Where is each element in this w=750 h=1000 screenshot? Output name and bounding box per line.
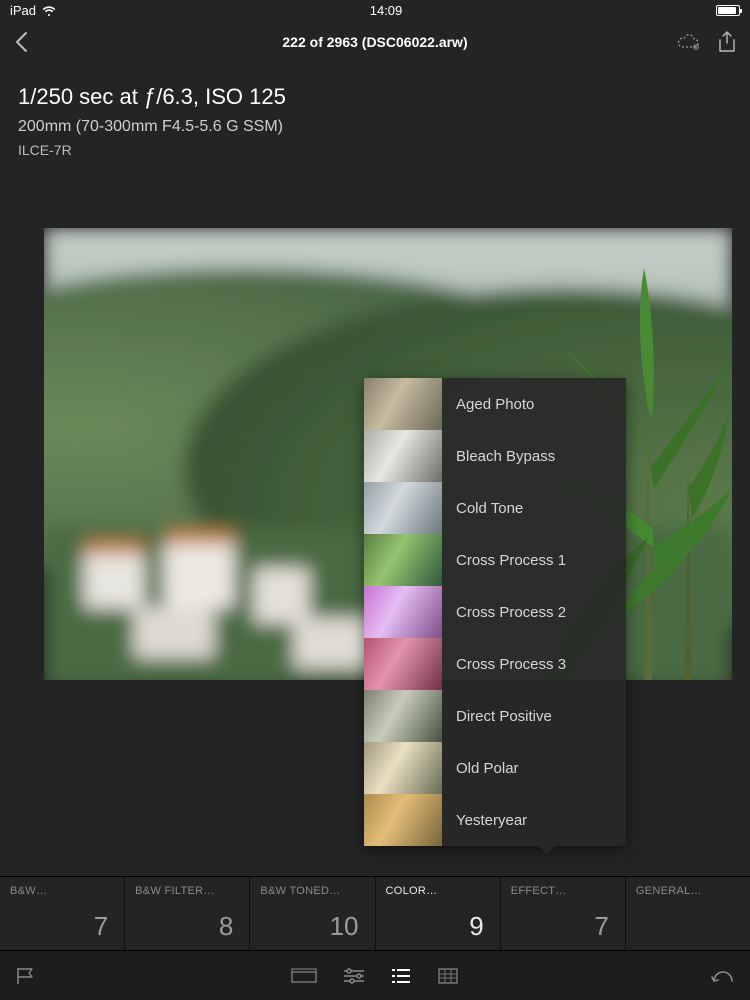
preset-item[interactable]: Bleach Bypass bbox=[364, 430, 626, 482]
category-count: 7 bbox=[10, 911, 114, 942]
category-count: 10 bbox=[260, 911, 364, 942]
category-tab[interactable]: B&W FILTER… 8 bbox=[125, 877, 250, 950]
photo-preview[interactable]: Aged Photo Bleach Bypass Cold Tone Cross Pr… bbox=[44, 228, 732, 680]
battery-icon bbox=[716, 5, 740, 16]
undo-button[interactable] bbox=[710, 968, 734, 984]
preset-thumbnail bbox=[364, 586, 442, 638]
preset-item[interactable]: Old Polar bbox=[364, 742, 626, 794]
preset-thumbnail bbox=[364, 534, 442, 586]
preset-item[interactable]: Cross Process 3 bbox=[364, 638, 626, 690]
device-label: iPad bbox=[10, 3, 36, 18]
category-label: B&W… bbox=[10, 885, 114, 897]
category-tab[interactable]: GENERAL… bbox=[626, 877, 750, 950]
preset-label: Cold Tone bbox=[442, 500, 523, 517]
lens-info: 200mm (70-300mm F4.5-5.6 G SSM) bbox=[18, 118, 732, 136]
category-tab[interactable]: B&W… 7 bbox=[0, 877, 125, 950]
photo-metadata: 1/250 sec at ƒ/6.3, ISO 125 200mm (70-30… bbox=[0, 64, 750, 168]
category-count: 9 bbox=[386, 911, 490, 942]
preset-label: Yesteryear bbox=[442, 812, 527, 829]
clock: 14:09 bbox=[370, 3, 403, 18]
category-count: 7 bbox=[511, 911, 615, 942]
category-tab[interactable]: EFFECT… 7 bbox=[501, 877, 626, 950]
category-label: B&W FILTER… bbox=[135, 885, 239, 897]
cloud-sync-icon[interactable] bbox=[676, 33, 700, 51]
back-button[interactable] bbox=[14, 31, 28, 53]
nav-bar: 222 of 2963 (DSC06022.arw) bbox=[0, 20, 750, 64]
preset-thumbnail bbox=[364, 794, 442, 846]
preset-label: Cross Process 2 bbox=[442, 604, 566, 621]
preset-thumbnail bbox=[364, 638, 442, 690]
preset-item[interactable]: Cross Process 2 bbox=[364, 586, 626, 638]
category-label: EFFECT… bbox=[511, 885, 615, 897]
preset-label: Bleach Bypass bbox=[442, 448, 555, 465]
wifi-icon bbox=[42, 3, 56, 17]
exposure-info: 1/250 sec at ƒ/6.3, ISO 125 bbox=[18, 84, 732, 110]
preset-thumbnail bbox=[364, 430, 442, 482]
preset-item[interactable]: Aged Photo bbox=[364, 378, 626, 430]
preset-label: Aged Photo bbox=[442, 396, 534, 413]
adjust-sliders-button[interactable] bbox=[343, 968, 365, 984]
preset-thumbnail bbox=[364, 742, 442, 794]
preset-item[interactable]: Cold Tone bbox=[364, 482, 626, 534]
category-label: B&W TONED… bbox=[260, 885, 364, 897]
crop-button[interactable] bbox=[437, 967, 459, 985]
camera-model: ILCE-7R bbox=[18, 142, 732, 158]
preset-label: Direct Positive bbox=[442, 708, 552, 725]
preset-thumbnail bbox=[364, 378, 442, 430]
preset-label: Cross Process 3 bbox=[442, 656, 566, 673]
page-title: 222 of 2963 (DSC06022.arw) bbox=[94, 34, 656, 50]
category-tab[interactable]: COLOR… 9 bbox=[376, 877, 501, 950]
category-count: 8 bbox=[135, 911, 239, 942]
preset-item[interactable]: Direct Positive bbox=[364, 690, 626, 742]
share-button[interactable] bbox=[718, 31, 736, 53]
category-label: GENERAL… bbox=[636, 885, 740, 897]
preset-label: Old Polar bbox=[442, 760, 519, 777]
category-label: COLOR… bbox=[386, 885, 490, 897]
category-tab[interactable]: B&W TONED… 10 bbox=[250, 877, 375, 950]
preset-item[interactable]: Yesteryear bbox=[364, 794, 626, 846]
preset-thumbnail bbox=[364, 482, 442, 534]
preset-thumbnail bbox=[364, 690, 442, 742]
bottom-toolbar bbox=[0, 950, 750, 1000]
presets-button[interactable] bbox=[391, 968, 411, 984]
preset-item[interactable]: Cross Process 1 bbox=[364, 534, 626, 586]
filmstrip-button[interactable] bbox=[291, 968, 317, 984]
preset-label: Cross Process 1 bbox=[442, 552, 566, 569]
preset-popup: Aged Photo Bleach Bypass Cold Tone Cross Pr… bbox=[364, 378, 626, 846]
category-strip: B&W… 7 B&W FILTER… 8 B&W TONED… 10 COLOR… 9 EFFE… bbox=[0, 876, 750, 950]
status-bar: iPad 14:09 bbox=[0, 0, 750, 20]
flag-button[interactable] bbox=[16, 967, 38, 985]
